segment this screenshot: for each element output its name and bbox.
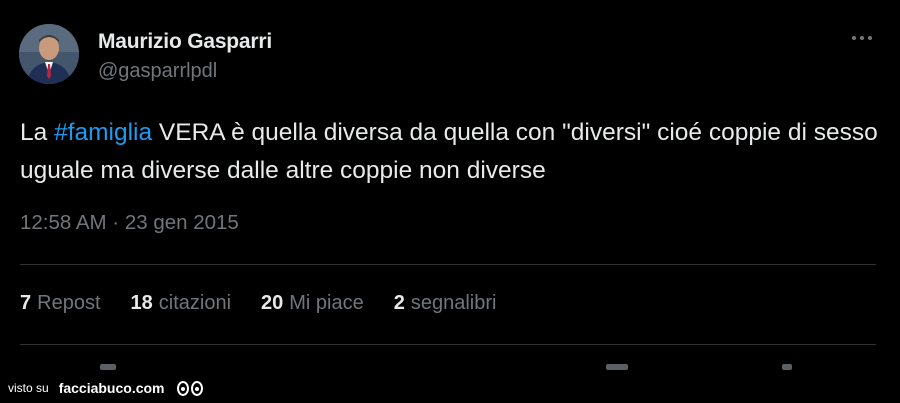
tweet-text: La #famiglia VERA è quella diversa da qu… bbox=[20, 114, 880, 190]
stat-reposts[interactable]: 7 Repost bbox=[20, 292, 101, 315]
tweet-stats: 7 Repost 18 citazioni 20 Mi piace 2 segn… bbox=[20, 292, 526, 315]
stat-label: Repost bbox=[37, 292, 101, 314]
stat-quotes[interactable]: 18 citazioni bbox=[131, 292, 232, 315]
watermark-site: facciabuco.com bbox=[58, 380, 165, 396]
tweet-timestamp[interactable]: 12:58 AM · 23 gen 2015 bbox=[20, 211, 239, 235]
stat-label: segnalibri bbox=[410, 292, 497, 314]
tweet-text-start: La bbox=[20, 119, 55, 146]
stat-likes[interactable]: 20 Mi piace bbox=[261, 292, 364, 315]
more-horizontal-icon[interactable] bbox=[848, 28, 876, 48]
stat-number: 7 bbox=[20, 292, 32, 314]
stat-number: 20 bbox=[261, 292, 284, 314]
hashtag-link[interactable]: #famiglia bbox=[54, 119, 152, 146]
eyes-icon bbox=[176, 380, 203, 396]
author-avatar[interactable] bbox=[19, 24, 79, 84]
stat-label: citazioni bbox=[158, 292, 232, 314]
watermark: visto su facciabuco.com bbox=[8, 380, 203, 396]
stat-label: Mi piace bbox=[289, 292, 364, 314]
stat-number: 18 bbox=[130, 292, 153, 314]
stat-number: 2 bbox=[393, 292, 405, 314]
divider bbox=[20, 344, 876, 345]
stat-bookmarks[interactable]: 2 segnalibri bbox=[394, 292, 497, 315]
divider bbox=[20, 264, 876, 265]
bookmark-icon[interactable] bbox=[606, 364, 628, 370]
author-handle[interactable]: @gasparrlpdl bbox=[98, 60, 217, 83]
reply-icon[interactable] bbox=[100, 364, 116, 370]
watermark-visto: visto su bbox=[8, 381, 49, 395]
share-icon[interactable] bbox=[782, 364, 792, 370]
author-name[interactable]: Maurizio Gasparri bbox=[98, 30, 272, 54]
